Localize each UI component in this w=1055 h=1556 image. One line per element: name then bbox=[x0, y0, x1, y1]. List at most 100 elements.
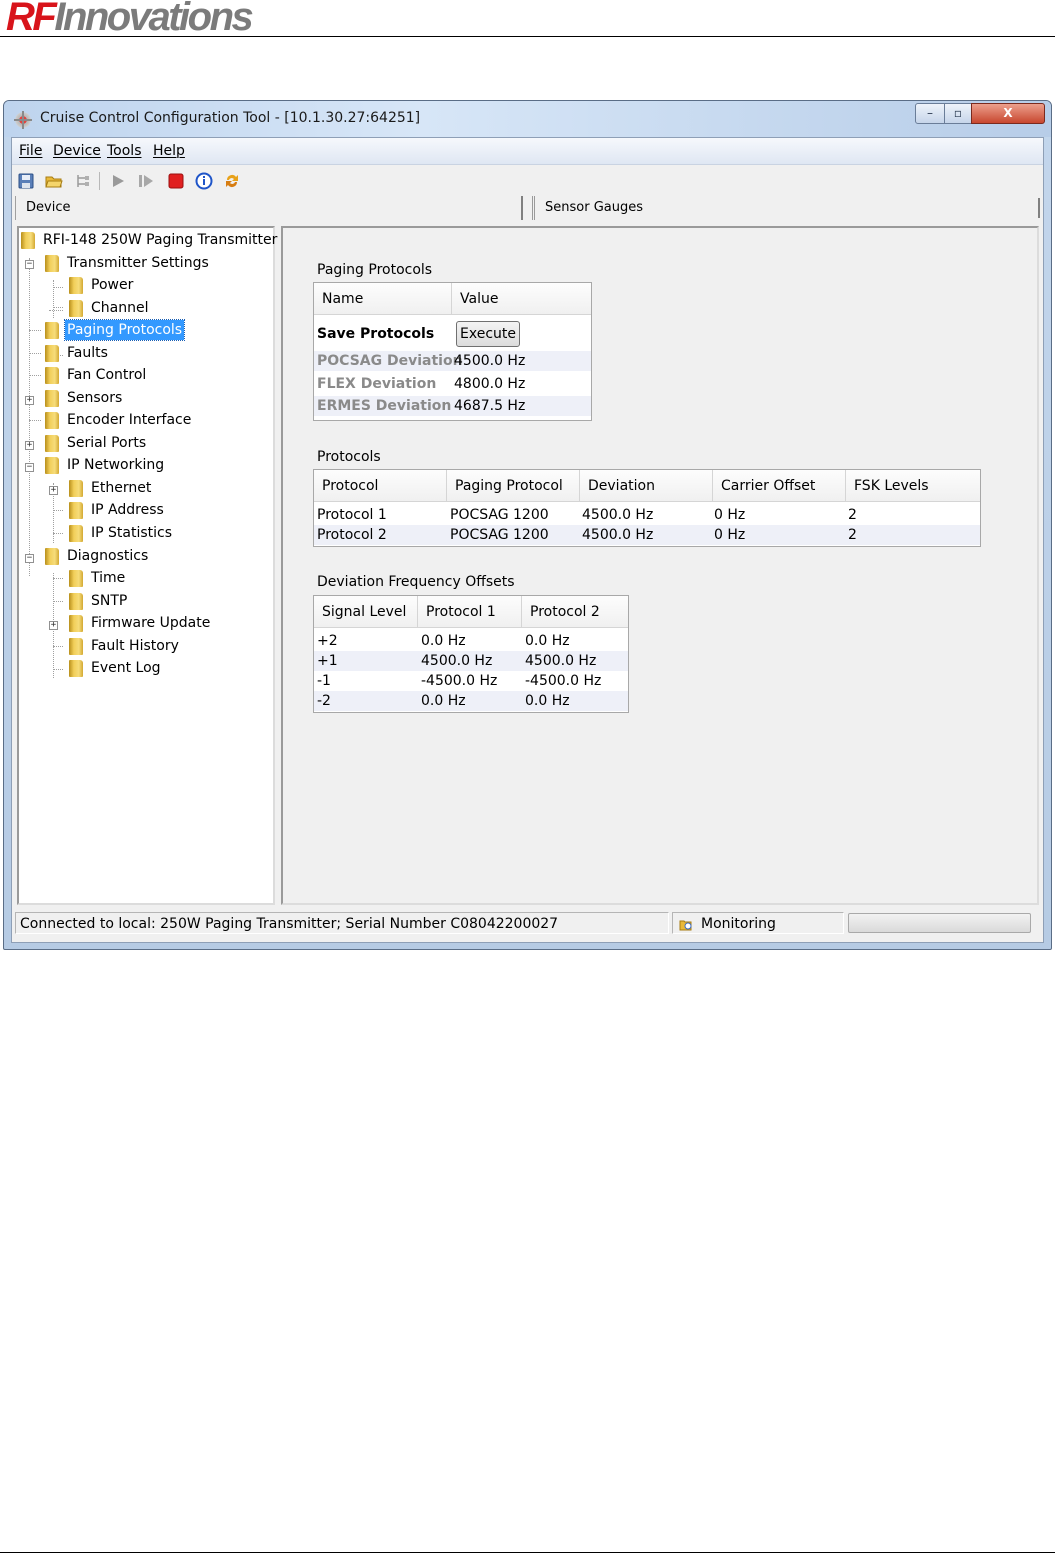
column-header[interactable]: Value bbox=[452, 283, 591, 315]
tree-item-label: Transmitter Settings bbox=[67, 255, 209, 271]
table-cell[interactable]: 0.0 Hz bbox=[525, 631, 570, 651]
column-header[interactable]: Deviation bbox=[580, 470, 713, 502]
table-row[interactable]: +1 4500.0 Hz 4500.0 Hz bbox=[314, 651, 628, 671]
column-header[interactable]: Name bbox=[314, 283, 452, 315]
menu-file[interactable]: File bbox=[19, 143, 42, 159]
logo-rf: RF bbox=[6, 0, 57, 39]
table-cell[interactable]: 2 bbox=[848, 525, 857, 545]
column-header[interactable]: Paging Protocol bbox=[447, 470, 580, 502]
client-area: File Device Tools Help Device Sensor Gau… bbox=[11, 137, 1044, 943]
table-cell[interactable]: 0.0 Hz bbox=[525, 691, 570, 711]
expand-icon[interactable]: + bbox=[49, 621, 58, 630]
table-cell[interactable]: 4500.0 Hz bbox=[421, 651, 492, 671]
table-cell: Protocol 1 bbox=[317, 507, 387, 523]
close-button[interactable]: X bbox=[971, 103, 1045, 124]
table-cell[interactable]: 0 Hz bbox=[714, 505, 745, 525]
execute-button[interactable]: Execute bbox=[456, 321, 520, 347]
table-cell[interactable]: POCSAG 1200 bbox=[450, 525, 549, 545]
tree-connector bbox=[29, 375, 41, 376]
menu-help[interactable]: Help bbox=[153, 143, 185, 159]
table-cell[interactable]: 4500.0 Hz bbox=[582, 505, 653, 525]
maximize-button[interactable]: ▫ bbox=[944, 103, 972, 124]
menu-device[interactable]: Device bbox=[53, 143, 101, 159]
table-cell[interactable]: 4500.0 Hz bbox=[525, 651, 596, 671]
collapse-icon[interactable]: − bbox=[25, 554, 34, 563]
table-cell[interactable]: 4687.5 Hz bbox=[454, 396, 525, 416]
table-cell[interactable]: -4500.0 Hz bbox=[421, 671, 497, 691]
table-row[interactable]: -2 0.0 Hz 0.0 Hz bbox=[314, 691, 628, 711]
tree-item-label: Time bbox=[91, 570, 126, 586]
tree-connector bbox=[53, 533, 63, 534]
tree-connector bbox=[29, 258, 30, 576]
save-icon[interactable] bbox=[17, 172, 35, 190]
table-row[interactable]: Protocol 2 POCSAG 1200 4500.0 Hz 0 Hz 2 bbox=[314, 525, 980, 545]
table-cell[interactable]: 2 bbox=[848, 505, 857, 525]
tree-item-label: Sensors bbox=[67, 390, 123, 406]
device-tree: − + + − + − + RFI-148 250W Paging Transm… bbox=[17, 226, 277, 905]
tree-item-label: IP Statistics bbox=[91, 525, 173, 541]
tree-icon[interactable] bbox=[74, 172, 92, 190]
minimize-button[interactable]: – bbox=[915, 103, 945, 124]
menu-tools[interactable]: Tools bbox=[107, 143, 142, 159]
table-row[interactable]: POCSAG Deviation 4500.0 Hz bbox=[314, 351, 591, 371]
folder-icon bbox=[69, 660, 83, 677]
table-row[interactable]: ERMES Deviation 4687.5 Hz bbox=[314, 396, 591, 416]
tree-item-label: IP Address bbox=[91, 502, 164, 518]
expand-icon[interactable]: + bbox=[25, 441, 34, 450]
table-cell[interactable]: 0.0 Hz bbox=[421, 691, 466, 711]
tree-item-label: Firmware Update bbox=[91, 615, 211, 631]
device-pane-header: Device bbox=[15, 196, 522, 220]
logo-innovations: Innovations bbox=[54, 0, 253, 39]
tree-item-label: Power bbox=[91, 277, 134, 293]
monitoring-icon bbox=[679, 920, 692, 931]
table-row[interactable]: -1 -4500.0 Hz -4500.0 Hz bbox=[314, 671, 628, 691]
tree-connector bbox=[53, 280, 54, 318]
progress-bar bbox=[848, 913, 1031, 933]
folder-icon bbox=[45, 390, 59, 407]
tree-connector bbox=[53, 646, 63, 647]
table-cell[interactable]: 0.0 Hz bbox=[421, 631, 466, 651]
tree-item-label: Fan Control bbox=[67, 367, 147, 383]
tree-connector bbox=[29, 353, 41, 354]
info-icon[interactable] bbox=[195, 172, 213, 190]
tree-connector bbox=[29, 330, 41, 331]
table-row[interactable]: +2 0.0 Hz 0.0 Hz bbox=[314, 631, 628, 651]
folder-icon bbox=[69, 502, 83, 519]
tree-item-label: Ethernet bbox=[91, 480, 152, 496]
title-bar[interactable]: Cruise Control Configuration Tool - [10.… bbox=[4, 101, 1051, 137]
column-header[interactable]: Protocol 2 bbox=[522, 596, 628, 628]
column-header[interactable]: Carrier Offset bbox=[713, 470, 846, 502]
protocols-grid: Protocol Paging Protocol Deviation Carri… bbox=[313, 469, 981, 547]
section-title-protocols: Protocols bbox=[317, 449, 381, 465]
section-title-deviation-offsets: Deviation Frequency Offsets bbox=[317, 574, 515, 590]
folder-icon bbox=[45, 435, 59, 452]
status-bar: Connected to local: 250W Paging Transmit… bbox=[12, 910, 1043, 936]
refresh-icon[interactable] bbox=[223, 172, 241, 190]
collapse-icon[interactable]: − bbox=[25, 260, 34, 269]
tree-connector bbox=[53, 578, 63, 579]
toolbar-separator bbox=[99, 172, 100, 190]
table-cell: Protocol 2 bbox=[317, 527, 387, 543]
column-header[interactable]: Protocol bbox=[314, 470, 447, 502]
step-icon[interactable] bbox=[137, 172, 155, 190]
open-folder-icon[interactable] bbox=[45, 172, 63, 190]
expand-icon[interactable]: + bbox=[49, 486, 58, 495]
table-cell[interactable]: 0 Hz bbox=[714, 525, 745, 545]
table-cell[interactable]: POCSAG 1200 bbox=[450, 505, 549, 525]
collapse-icon[interactable]: − bbox=[25, 463, 34, 472]
stop-icon[interactable] bbox=[167, 172, 185, 190]
expand-icon[interactable]: + bbox=[25, 396, 34, 405]
play-icon[interactable] bbox=[109, 172, 127, 190]
column-header[interactable]: FSK Levels bbox=[846, 470, 980, 502]
table-row[interactable]: Protocol 1 POCSAG 1200 4500.0 Hz 0 Hz 2 bbox=[314, 505, 980, 525]
table-cell[interactable]: 4500.0 Hz bbox=[454, 351, 525, 371]
table-cell[interactable]: 4500.0 Hz bbox=[582, 525, 653, 545]
table-row[interactable]: FLEX Deviation 4800.0 Hz bbox=[314, 374, 591, 394]
pane-splitter[interactable] bbox=[521, 196, 523, 220]
column-header[interactable]: Protocol 1 bbox=[418, 596, 522, 628]
tree-item-label: Paging Protocols bbox=[63, 319, 186, 341]
header-rule bbox=[0, 36, 1055, 37]
table-cell[interactable]: -4500.0 Hz bbox=[525, 671, 601, 691]
column-header[interactable]: Signal Level bbox=[314, 596, 418, 628]
table-cell[interactable]: 4800.0 Hz bbox=[454, 374, 525, 394]
